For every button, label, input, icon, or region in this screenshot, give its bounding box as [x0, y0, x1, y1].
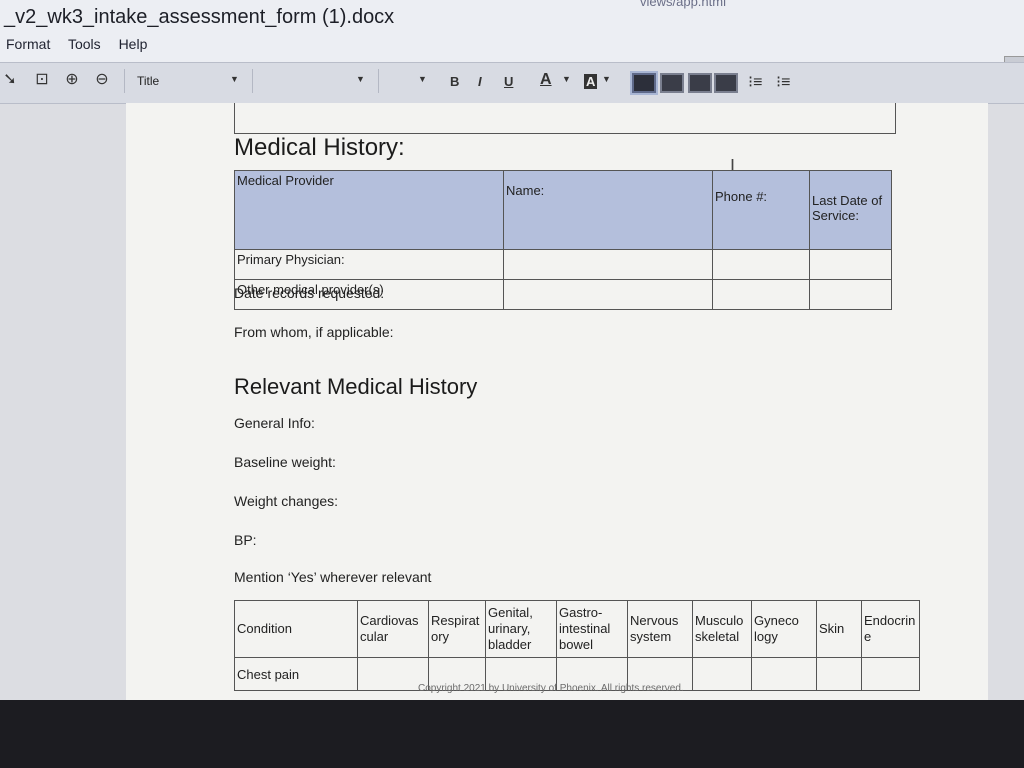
- bold-button[interactable]: B: [450, 74, 459, 89]
- table-header[interactable]: Medical Provider: [234, 170, 504, 250]
- align-right-button[interactable]: [688, 73, 712, 93]
- medical-history-heading: Medical History:: [234, 134, 405, 161]
- table-cell[interactable]: [751, 657, 817, 691]
- arrow-icon[interactable]: ➘: [0, 70, 20, 90]
- underline-button[interactable]: U: [504, 74, 513, 89]
- table-header[interactable]: Name:: [503, 170, 713, 250]
- toolbar: ➘ ⊡ ⊕ ⊖ Title ▼ ▼ ▼ B I U A ▼ A ▼ ⁝≡ ⁝≡: [0, 62, 1024, 104]
- table-row: Medical Provider Name: Phone #: Last Dat…: [234, 170, 892, 250]
- chevron-down-icon[interactable]: ▼: [602, 74, 611, 84]
- menu-tools[interactable]: Tools: [68, 36, 101, 52]
- from-whom-label[interactable]: From whom, if applicable:: [234, 324, 394, 340]
- baseline-weight-label[interactable]: Baseline weight:: [234, 454, 336, 470]
- table-header[interactable]: Phone #:: [712, 170, 810, 250]
- table-header[interactable]: Gyneco logy: [751, 600, 817, 658]
- zoom-in-icon[interactable]: ⊕: [62, 70, 82, 90]
- highlight-button[interactable]: A: [584, 74, 598, 89]
- numbered-list-icon[interactable]: ⁝≡: [748, 72, 762, 92]
- table-cell[interactable]: [809, 249, 892, 280]
- table-cell[interactable]: [861, 657, 920, 691]
- monitor-bezel: [0, 700, 1024, 768]
- table-cell[interactable]: [712, 249, 810, 280]
- font-color-button[interactable]: A: [540, 71, 552, 89]
- table-cell[interactable]: [809, 279, 892, 310]
- table-header[interactable]: Last Date of Service:: [809, 170, 892, 250]
- fit-page-icon[interactable]: ⊡: [32, 70, 52, 90]
- chevron-down-icon[interactable]: ▼: [562, 74, 571, 84]
- align-left-button[interactable]: [632, 73, 656, 93]
- mention-yes-label[interactable]: Mention ‘Yes’ wherever relevant: [234, 569, 431, 585]
- condition-table: Condition Cardiovas cular Respirat ory G…: [234, 600, 920, 691]
- previous-table-edge: [234, 103, 896, 134]
- title-bar: views/app.html _v2_wk3_intake_assessment…: [0, 0, 1024, 62]
- table-header[interactable]: Respirat ory: [428, 600, 486, 658]
- align-center-button[interactable]: [660, 73, 684, 93]
- align-justify-button[interactable]: [714, 73, 738, 93]
- menu-bar: Format Tools Help: [6, 36, 161, 52]
- general-info-label[interactable]: General Info:: [234, 415, 315, 431]
- table-header[interactable]: Cardiovas cular: [357, 600, 429, 658]
- table-cell[interactable]: [712, 279, 810, 310]
- table-cell[interactable]: Chest pain: [234, 657, 358, 691]
- table-header[interactable]: Nervous system: [627, 600, 693, 658]
- table-cell[interactable]: [816, 657, 862, 691]
- table-header[interactable]: Gastro-intestinal bowel: [556, 600, 628, 658]
- table-header[interactable]: Skin: [816, 600, 862, 658]
- relevant-history-heading: Relevant Medical History: [234, 374, 478, 399]
- table-row: Primary Physician:: [234, 249, 892, 280]
- italic-button[interactable]: I: [478, 74, 482, 89]
- zoom-out-icon[interactable]: ⊖: [92, 70, 112, 90]
- chevron-down-icon[interactable]: ▼: [418, 74, 427, 84]
- menu-help[interactable]: Help: [119, 36, 148, 52]
- menu-format[interactable]: Format: [6, 36, 50, 52]
- table-cell[interactable]: [503, 249, 713, 280]
- copyright-footer: Copyright 2021 by University of Phoenix.…: [418, 683, 684, 694]
- chevron-down-icon[interactable]: ▼: [230, 74, 239, 84]
- table-header[interactable]: Musculo skeletal: [692, 600, 752, 658]
- table-cell[interactable]: [692, 657, 752, 691]
- table-header[interactable]: Genital, urinary, bladder: [485, 600, 557, 658]
- paragraph-style-value: Title: [137, 74, 160, 88]
- date-records-label[interactable]: Date records requested:: [234, 285, 384, 301]
- url-fragment: views/app.html: [640, 0, 726, 9]
- bulleted-list-icon[interactable]: ⁝≡: [776, 72, 790, 92]
- document-title: _v2_wk3_intake_assessment_form (1).docx: [4, 6, 395, 28]
- chevron-down-icon[interactable]: ▼: [356, 74, 365, 84]
- table-cell[interactable]: Primary Physician:: [234, 249, 504, 280]
- bp-label[interactable]: BP:: [234, 532, 257, 548]
- table-header[interactable]: Endocrin e: [861, 600, 920, 658]
- table-header[interactable]: Condition: [234, 600, 358, 658]
- weight-changes-label[interactable]: Weight changes:: [234, 493, 338, 509]
- table-row: Condition Cardiovas cular Respirat ory G…: [234, 600, 920, 658]
- table-cell[interactable]: [503, 279, 713, 310]
